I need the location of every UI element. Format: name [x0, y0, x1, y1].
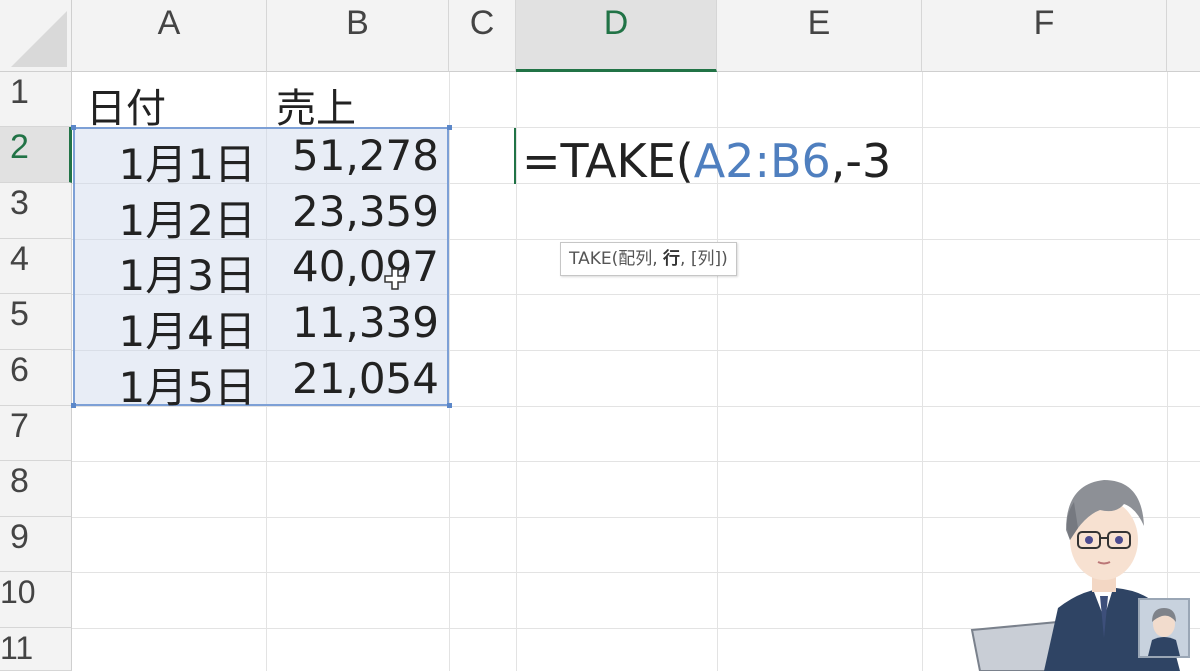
presenter-thumbnail-icon: [1140, 600, 1188, 656]
column-header-a[interactable]: A: [72, 0, 267, 72]
edit-caret: [514, 128, 516, 184]
row-header-4[interactable]: 4: [0, 239, 72, 294]
row-header-7[interactable]: 7: [0, 406, 72, 461]
plus-cursor-icon: [384, 268, 406, 290]
cell-b6-sales[interactable]: 21,054: [266, 354, 449, 403]
column-header-e[interactable]: E: [717, 0, 922, 72]
cell-a4-date[interactable]: 1月3日: [72, 242, 266, 303]
formula-prefix: =TAKE(: [522, 134, 694, 188]
column-header-next[interactable]: [1167, 0, 1200, 72]
cell-a6-date[interactable]: 1月5日: [72, 354, 266, 415]
grid-line: [72, 461, 1200, 462]
cell-a2-date[interactable]: 1月1日: [72, 131, 266, 192]
tooltip-arg-array[interactable]: 配列: [618, 249, 652, 269]
cell-b2-sales[interactable]: 51,278: [266, 131, 449, 180]
selection-handle[interactable]: [71, 125, 76, 130]
row-header-8[interactable]: 8: [0, 461, 72, 517]
presenter-thumbnail: [1138, 598, 1190, 658]
grid-line: [449, 72, 450, 671]
tooltip-separator: ,: [680, 249, 691, 269]
cell-a5-date[interactable]: 1月4日: [72, 298, 266, 359]
column-header-d[interactable]: D: [516, 0, 717, 72]
formula-suffix: ,-3: [830, 134, 892, 188]
tooltip-arg-rows[interactable]: 行: [663, 249, 680, 269]
select-all-triangle-icon: [11, 11, 67, 67]
column-header-c[interactable]: C: [449, 0, 516, 72]
selection-handle[interactable]: [447, 125, 452, 130]
spreadsheet: A B C D E F 1 2 3 4 5 6 7 8 9 10 11 日付 売…: [0, 0, 1200, 671]
row-header-3[interactable]: 3: [0, 183, 72, 239]
cell-a3-date[interactable]: 1月2日: [72, 187, 266, 248]
cell-b1-sales-header[interactable]: 売上: [276, 76, 356, 134]
row-header-11[interactable]: 11: [0, 628, 72, 671]
row-header-9[interactable]: 9: [0, 517, 72, 572]
tooltip-separator: ,: [652, 249, 664, 269]
cell-a1-date-header[interactable]: 日付: [86, 76, 166, 134]
tooltip-close: ): [721, 249, 728, 269]
column-header-b[interactable]: B: [267, 0, 449, 72]
cell-b5-sales[interactable]: 11,339: [266, 298, 449, 347]
tooltip-arg-columns[interactable]: [列]: [691, 249, 721, 269]
row-header-2[interactable]: 2: [0, 127, 72, 183]
row-header-1[interactable]: 1: [0, 72, 72, 127]
cell-b3-sales[interactable]: 23,359: [266, 187, 449, 236]
function-signature-tooltip: TAKE(配列, 行, [列]): [560, 242, 737, 276]
selection-handle[interactable]: [447, 403, 452, 408]
grid-line: [516, 72, 517, 671]
column-header-f[interactable]: F: [922, 0, 1167, 72]
row-header-10[interactable]: 10: [0, 572, 72, 628]
row-header-6[interactable]: 6: [0, 350, 72, 406]
cell-b4-sales[interactable]: 40,097: [266, 242, 449, 291]
select-all-corner[interactable]: [0, 0, 72, 72]
row-header-5[interactable]: 5: [0, 294, 72, 350]
tooltip-function-name[interactable]: TAKE(: [569, 249, 618, 269]
formula-range-ref[interactable]: A2:B6: [694, 134, 831, 188]
cell-d2-formula-editor[interactable]: =TAKE(A2:B6,-3: [522, 134, 891, 188]
grid-line: [922, 72, 923, 671]
